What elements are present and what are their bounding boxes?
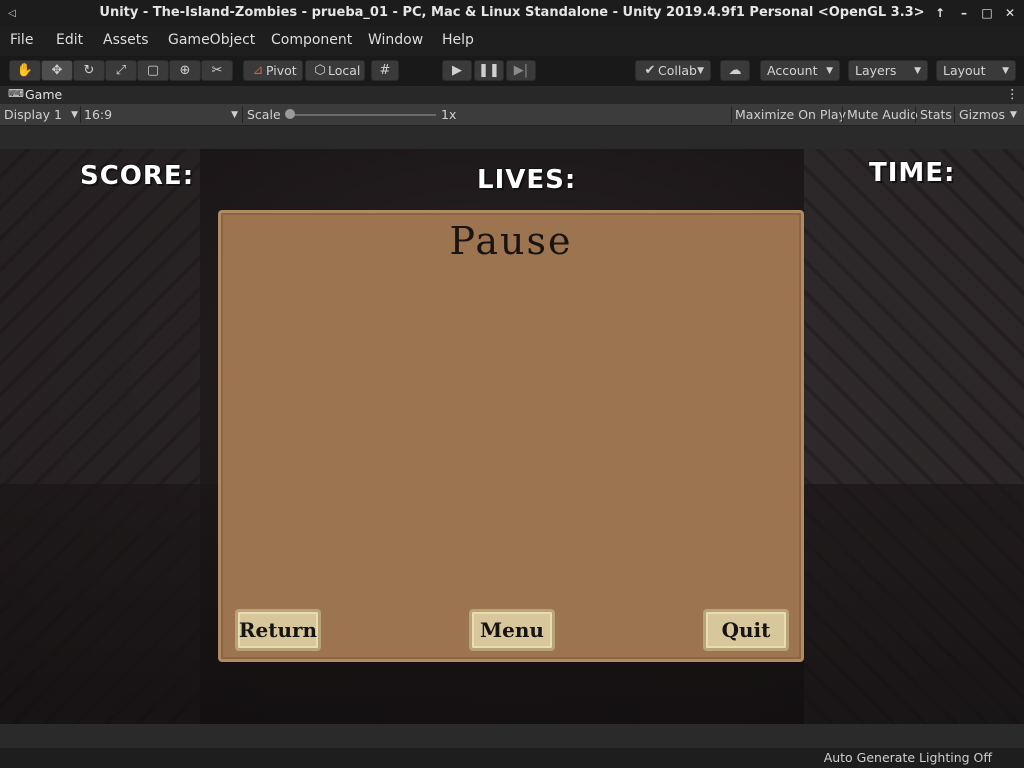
transform-tool-button[interactable]: ⊕ (169, 60, 201, 81)
rect-icon: ▢ (146, 63, 160, 78)
game-view-letterbox-bottom (0, 724, 1024, 748)
snap-toggle[interactable]: # (371, 60, 399, 81)
title-bar: ◁ Unity - The-Island-Zombies - prueba_01… (0, 0, 1024, 26)
play-icon: ▶ (452, 63, 462, 78)
rotate-icon: ↻ (83, 63, 95, 78)
window-title: Unity - The-Island-Zombies - prueba_01 -… (99, 5, 925, 20)
chevron-down-icon: ▼ (826, 65, 833, 76)
menu-component[interactable]: Component (271, 32, 352, 48)
layout-dropdown[interactable]: Layout ▼ (936, 60, 1016, 81)
rotate-tool-button[interactable]: ↻ (73, 60, 105, 81)
hand-tool-button[interactable]: ✋ (9, 60, 41, 81)
menu-window[interactable]: Window (368, 32, 423, 48)
quit-button[interactable]: Quit (703, 609, 789, 651)
step-icon: ▶| (513, 63, 529, 78)
step-button[interactable]: ▶| (506, 60, 536, 81)
layers-label: Layers (855, 63, 897, 78)
hud-score-label: SCORE: (80, 161, 195, 191)
maximize-on-play-toggle[interactable]: Maximize On Play (735, 104, 846, 125)
aspect-label: 16:9 (84, 107, 113, 122)
maximize-icon[interactable]: □ (978, 4, 996, 22)
pause-button[interactable]: ❚❚ (474, 60, 504, 81)
menu-file[interactable]: File (10, 32, 33, 48)
check-icon: ✔ (644, 63, 656, 78)
local-label: Local (328, 63, 361, 78)
game-view-letterbox-top (0, 126, 1024, 149)
more-options-icon[interactable]: ⋮ (1006, 86, 1019, 101)
layout-label: Layout (943, 63, 986, 78)
scale-label: Scale (247, 107, 281, 122)
pause-icon: ❚❚ (478, 63, 500, 78)
arrow-up-icon[interactable]: ↑ (931, 4, 949, 22)
account-dropdown[interactable]: Account ▼ (760, 60, 840, 81)
menu-button[interactable]: Menu (469, 609, 555, 651)
grid-snap-icon: # (379, 63, 391, 78)
scale-value: 1x (441, 107, 457, 122)
collab-dropdown[interactable]: ✔ Collab ▼ (635, 60, 711, 81)
aspect-dropdown[interactable]: 16:9 ▼ (84, 104, 238, 125)
stats-toggle[interactable]: Stats (920, 104, 952, 125)
layers-dropdown[interactable]: Layers ▼ (848, 60, 928, 81)
chevron-down-icon: ▼ (1002, 65, 1009, 76)
custom-tool-icon: ✂ (211, 63, 223, 78)
lighting-status[interactable]: Auto Generate Lighting Off (824, 750, 992, 765)
pause-panel: Pause Return Menu Quit (218, 210, 804, 662)
chevron-down-icon[interactable]: ▼ (1010, 110, 1017, 120)
menu-edit[interactable]: Edit (56, 32, 83, 48)
scale-slider-track[interactable] (288, 114, 436, 116)
pivot-toggle[interactable]: ⊿ Pivot (243, 60, 303, 81)
pause-title: Pause (449, 219, 573, 263)
game-view[interactable]: SCORE: LIVES: TIME: Pause Return Menu Qu… (0, 149, 1024, 724)
chevron-down-icon: ▼ (71, 109, 78, 120)
toolbar: ✋ ✥ ↻ ⤢ ▢ ⊕ ✂ ⊿ Pivot ⬡ Local # ▶ ❚❚ ▶| … (0, 56, 1024, 86)
gamepad-icon: ⌨ (8, 87, 24, 100)
mute-audio-toggle[interactable]: Mute Audio (847, 104, 918, 125)
chevron-down-icon: ▼ (697, 65, 704, 76)
cloud-button[interactable]: ☁ (720, 60, 750, 81)
minimize-icon[interactable]: – (955, 4, 973, 22)
transform-icon: ⊕ (179, 63, 191, 78)
scale-tool-button[interactable]: ⤢ (105, 60, 137, 81)
account-label: Account (767, 63, 818, 78)
pivot-icon: ⊿ (252, 63, 264, 78)
scale-slider-handle[interactable] (285, 109, 295, 119)
local-toggle[interactable]: ⬡ Local (305, 60, 365, 81)
hand-icon: ✋ (16, 63, 34, 78)
menu-help[interactable]: Help (442, 32, 474, 48)
hud-lives-label: LIVES: (477, 165, 577, 195)
close-icon[interactable]: ✕ (1001, 4, 1019, 22)
game-tab-label: Game (25, 87, 63, 102)
return-button[interactable]: Return (235, 609, 321, 651)
menu-gameobject[interactable]: GameObject (168, 32, 255, 48)
hud-time-label: TIME: (869, 158, 956, 188)
cloud-icon: ☁ (728, 63, 742, 78)
chevron-down-icon: ▼ (914, 65, 921, 76)
game-view-toolbar: Display 1 ▼ 16:9 ▼ Scale 1x Maximize On … (0, 104, 1024, 126)
play-button[interactable]: ▶ (442, 60, 472, 81)
scale-icon: ⤢ (115, 63, 127, 78)
display-dropdown[interactable]: Display 1 ▼ (4, 104, 78, 125)
pivot-label: Pivot (266, 63, 297, 78)
display-label: Display 1 (4, 107, 63, 122)
game-tab[interactable]: ⌨ Game ⋮ (0, 86, 1024, 104)
collab-label: Collab (658, 63, 697, 78)
menu-bar: File Edit Assets GameObject Component Wi… (0, 26, 1024, 56)
rect-tool-button[interactable]: ▢ (137, 60, 169, 81)
chevron-down-icon: ▼ (231, 109, 238, 120)
cube-icon: ⬡ (314, 63, 326, 78)
custom-tool-button[interactable]: ✂ (201, 60, 233, 81)
move-tool-button[interactable]: ✥ (41, 60, 73, 81)
status-bar: Auto Generate Lighting Off (0, 748, 1024, 768)
menu-assets[interactable]: Assets (103, 32, 149, 48)
gizmos-toggle[interactable]: Gizmos (959, 104, 1005, 125)
move-icon: ✥ (51, 63, 63, 78)
